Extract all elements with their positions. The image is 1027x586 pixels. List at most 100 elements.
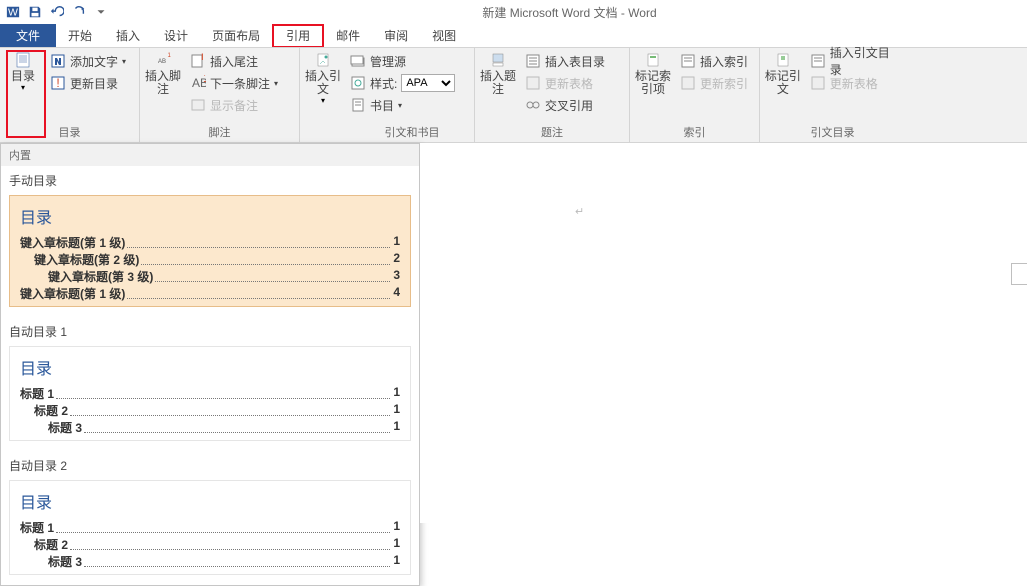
- insert-endnote-button[interactable]: i插入尾注: [186, 50, 282, 72]
- update-tof-button: 更新表格: [521, 72, 609, 94]
- collapse-handle[interactable]: [1011, 263, 1027, 285]
- preview-row: 标题 11: [20, 385, 400, 402]
- style-icon: [350, 75, 366, 91]
- manage-sources-button[interactable]: 管理源: [346, 50, 459, 72]
- preview-row: 标题 21: [20, 536, 400, 553]
- preview-heading: 目录: [20, 489, 400, 513]
- tab-mail[interactable]: 邮件: [324, 24, 372, 47]
- gallery-item-auto2-title: 自动目录 2: [1, 451, 419, 476]
- mark-entry-button[interactable]: 标记索引项: [630, 48, 676, 122]
- mark-citation-label: 标记引文: [760, 70, 806, 96]
- manage-sources-icon: [350, 53, 366, 69]
- mark-entry-icon: [645, 52, 661, 68]
- gallery-item-manual[interactable]: 目录 键入章标题(第 1 级)1键入章标题(第 2 级)2键入章标题(第 3 级…: [9, 195, 411, 307]
- tab-review[interactable]: 审阅: [372, 24, 420, 47]
- show-notes-icon: [190, 97, 206, 113]
- svg-text:!: !: [56, 76, 59, 90]
- show-notes-button: 显示备注: [186, 94, 282, 116]
- update-icon: !: [50, 75, 66, 91]
- svg-text:AB: AB: [158, 59, 166, 65]
- tab-view[interactable]: 视图: [420, 24, 468, 47]
- update-toa-button: 更新表格: [806, 72, 905, 94]
- ribbon: 目录 ▾ 添加文字▾ !更新目录 目录 AB1 插入脚注 i插入尾注 AB1下一…: [0, 48, 1027, 143]
- svg-text:W: W: [8, 7, 18, 19]
- insert-citation-button[interactable]: 插入引文 ▾: [300, 48, 346, 122]
- titlebar: W 新建 Microsoft Word 文档 - Word: [0, 0, 1027, 24]
- document-area[interactable]: ↵: [420, 143, 1027, 523]
- update-index-button: 更新索引: [676, 72, 752, 94]
- group-toc-label: 目录: [0, 122, 139, 142]
- cross-ref-button[interactable]: 交叉引用: [521, 94, 609, 116]
- preview-row: 键入章标题(第 1 级)4: [20, 285, 400, 302]
- insert-footnote-label: 插入脚注: [140, 70, 186, 96]
- insert-footnote-button[interactable]: AB1 插入脚注: [140, 48, 186, 122]
- group-citation-label: 引文和书目: [300, 122, 474, 142]
- group-toa-label: 引文目录: [760, 122, 905, 142]
- preview-rows-auto2: 标题 11标题 21标题 31: [20, 519, 400, 570]
- preview-row: 标题 31: [20, 553, 400, 570]
- mark-entry-label: 标记索引项: [635, 70, 671, 96]
- gallery-item-auto2[interactable]: 目录 标题 11标题 21标题 31: [9, 480, 411, 575]
- preview-row: 键入章标题(第 1 级)1: [20, 234, 400, 251]
- tab-insert[interactable]: 插入: [104, 24, 152, 47]
- citation-style-row[interactable]: 样式: APA: [346, 72, 459, 94]
- tab-home[interactable]: 开始: [56, 24, 104, 47]
- gallery-item-auto1-title: 自动目录 1: [1, 317, 419, 342]
- bibliography-button[interactable]: 书目▾: [346, 94, 459, 116]
- update-index-icon: [680, 75, 696, 91]
- tab-design[interactable]: 设计: [152, 24, 200, 47]
- paragraph-mark: ↵: [575, 205, 584, 218]
- preview-row: 标题 31: [20, 419, 400, 436]
- group-caption-label: 题注: [475, 122, 629, 142]
- preview-rows-manual: 键入章标题(第 1 级)1键入章标题(第 2 级)2键入章标题(第 3 级)3键…: [20, 234, 400, 302]
- preview-row: 键入章标题(第 3 级)3: [20, 268, 400, 285]
- preview-row: 标题 21: [20, 402, 400, 419]
- preview-rows-auto1: 标题 11标题 21标题 31: [20, 385, 400, 436]
- next-footnote-icon: AB1: [190, 75, 206, 91]
- footnote-icon: AB1: [155, 52, 171, 68]
- word-app-icon[interactable]: W: [2, 1, 24, 23]
- next-footnote-button[interactable]: AB1下一条脚注▾: [186, 72, 282, 94]
- mark-citation-button[interactable]: 标记引文: [760, 48, 806, 122]
- save-icon[interactable]: [24, 1, 46, 23]
- tab-layout[interactable]: 页面布局: [200, 24, 272, 47]
- toc-icon: [15, 52, 31, 68]
- toc-label: 目录: [11, 70, 35, 83]
- mark-citation-icon: [775, 52, 791, 68]
- tab-file[interactable]: 文件: [0, 24, 56, 47]
- svg-text:1: 1: [203, 75, 206, 85]
- group-footnote-label: 脚注: [140, 122, 299, 142]
- update-toa-icon: [810, 75, 826, 91]
- gallery-item-auto1[interactable]: 目录 标题 11标题 21标题 31: [9, 346, 411, 441]
- insert-index-icon: [680, 53, 696, 69]
- citation-icon: [315, 52, 331, 68]
- insert-toa-icon: [810, 53, 826, 69]
- bibliography-icon: [350, 97, 366, 113]
- add-text-icon: [50, 53, 66, 69]
- redo-icon[interactable]: [68, 1, 90, 23]
- caption-icon: [490, 52, 506, 68]
- insert-caption-label: 插入题注: [475, 70, 521, 96]
- qat-customize-icon[interactable]: [90, 1, 112, 23]
- update-toc-button[interactable]: !更新目录: [46, 72, 130, 94]
- chevron-down-icon: ▾: [21, 83, 25, 92]
- chevron-down-icon: ▾: [321, 96, 325, 105]
- preview-row: 键入章标题(第 2 级)2: [20, 251, 400, 268]
- insert-citation-label: 插入引文: [300, 70, 346, 96]
- group-index-label: 索引: [630, 122, 759, 142]
- preview-heading: 目录: [20, 355, 400, 379]
- gallery-header: 内置: [1, 144, 419, 166]
- undo-icon[interactable]: [46, 1, 68, 23]
- tof-icon: [525, 53, 541, 69]
- add-text-button[interactable]: 添加文字▾: [46, 50, 130, 72]
- insert-index-button[interactable]: 插入索引: [676, 50, 752, 72]
- tab-references[interactable]: 引用: [272, 24, 324, 47]
- insert-tof-button[interactable]: 插入表目录: [521, 50, 609, 72]
- preview-heading: 目录: [20, 204, 400, 228]
- toc-button[interactable]: 目录 ▾: [0, 48, 46, 122]
- svg-text:1: 1: [168, 53, 172, 59]
- window-title: 新建 Microsoft Word 文档 - Word: [112, 4, 1027, 21]
- insert-caption-button[interactable]: 插入题注: [475, 48, 521, 122]
- insert-toa-button[interactable]: 插入引文目录: [806, 50, 905, 72]
- citation-style-select[interactable]: APA: [401, 74, 455, 92]
